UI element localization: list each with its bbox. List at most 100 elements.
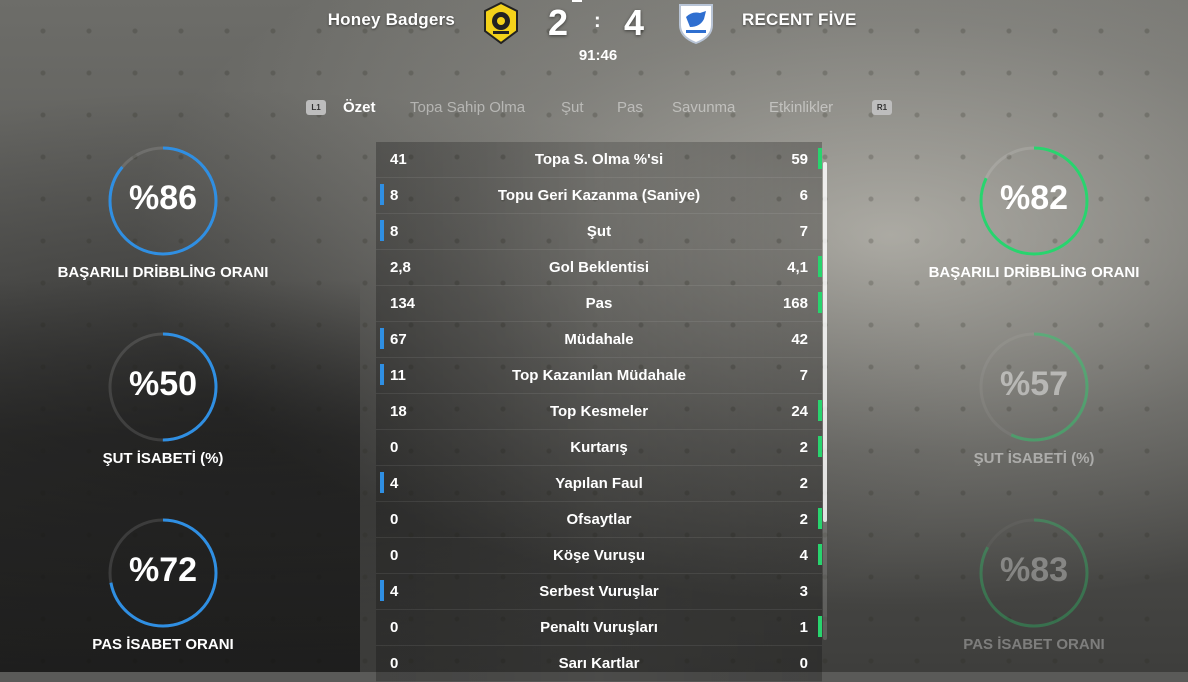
stats-scrollbar[interactable] xyxy=(823,162,827,640)
stat-label: Gol Beklentisi xyxy=(548,259,650,276)
stat-label: Pas xyxy=(585,295,613,312)
stat-label: Müdahale xyxy=(564,331,634,348)
home-stat-value: 2,8 xyxy=(390,259,411,276)
stat-label: Top Kesmeler xyxy=(549,403,649,420)
home-leader-marker xyxy=(380,328,384,349)
home-stat-value: 11 xyxy=(390,367,406,384)
away-pass-ring: %83 xyxy=(978,517,1090,629)
honey-badger-crest-icon xyxy=(481,1,521,45)
home-stat-value: 0 xyxy=(390,511,399,528)
away-dribbling-ring: %82 xyxy=(978,145,1090,257)
away-stat-value: 6 xyxy=(799,187,808,204)
home-pass-ring: %72 xyxy=(107,517,219,629)
away-stat-value: 7 xyxy=(799,367,808,384)
away-stat-value: 2 xyxy=(799,475,808,492)
r1-button-icon[interactable]: R1 xyxy=(872,100,892,115)
stat-row: 8 Şut 7 xyxy=(376,214,822,250)
away-stat-value: 0 xyxy=(799,655,808,672)
stats-tab-bar: L1 Özet Topa Sahip Olma Şut Pas Savunma … xyxy=(0,96,1188,122)
home-leader-marker xyxy=(380,364,384,385)
away-leader-marker xyxy=(818,508,822,529)
away-stat-value: 42 xyxy=(791,331,808,348)
away-stat-value: 2 xyxy=(799,511,808,528)
away-pass-value: %83 xyxy=(999,551,1069,589)
tab-savunma[interactable]: Savunma xyxy=(672,99,735,116)
stat-label: Serbest Vuruşlar xyxy=(539,583,659,600)
away-stat-value: 1 xyxy=(799,619,808,636)
stat-label: Sarı Kartlar xyxy=(558,655,640,672)
away-stat-value: 4,1 xyxy=(787,259,808,276)
home-stat-value: 0 xyxy=(390,439,399,456)
tab-pas[interactable]: Pas xyxy=(617,99,643,116)
away-stat-value: 4 xyxy=(799,547,808,564)
stat-row: 18 Top Kesmeler 24 xyxy=(376,394,822,430)
home-leader-marker xyxy=(380,472,384,493)
stat-row: 11 Top Kazanılan Müdahale 7 xyxy=(376,358,822,394)
home-pass-label: PAS İSABET ORANI xyxy=(92,636,234,653)
home-stat-value: 4 xyxy=(390,475,399,492)
away-stat-value: 7 xyxy=(799,223,808,240)
away-leader-marker xyxy=(818,292,822,313)
stats-scrollbar-thumb[interactable] xyxy=(823,162,827,522)
home-score: 2 xyxy=(548,2,569,43)
away-shot-value: %57 xyxy=(999,365,1069,403)
away-leader-marker xyxy=(818,544,822,565)
away-leader-marker xyxy=(818,616,822,637)
stat-label: Penaltı Vuruşları xyxy=(540,619,658,636)
stat-row: 134 Pas 168 xyxy=(376,286,822,322)
away-dribbling-label: BAŞARILI DRİBBLİNG ORANI xyxy=(928,264,1140,281)
tab-ozet[interactable]: Özet xyxy=(343,99,376,116)
stats-table: 4 1 Topa S. Olma %'si 59 8 Topu Geri Kazanma … xyxy=(376,142,822,682)
home-stat-value: 18 xyxy=(390,403,407,420)
stat-label: Top Kazanılan Müdahale xyxy=(512,367,686,384)
tab-etkinlikler[interactable]: Etkinlikler xyxy=(769,99,833,116)
stat-row: 67 Müdahale 42 xyxy=(376,322,822,358)
stat-row: 0 Kurtarış 2 xyxy=(376,430,822,466)
stat-label: Ofsaytlar xyxy=(566,511,632,528)
l1-button-icon[interactable]: L1 xyxy=(306,100,326,115)
tab-sut[interactable]: Şut xyxy=(561,99,584,116)
stat-row: 2,8 Gol Beklentisi 4,1 xyxy=(376,250,822,286)
stat-row: 0 Penaltı Vuruşları 1 xyxy=(376,610,822,646)
score-separator: : xyxy=(594,10,601,32)
stat-label: Yapılan Faul xyxy=(555,475,643,492)
away-score: 4 xyxy=(624,2,645,43)
away-stat-value: 2 xyxy=(799,439,808,456)
home-stat-value: 8 xyxy=(390,187,399,204)
home-stat-value: 0 xyxy=(390,655,399,672)
home-stat-value: 0 xyxy=(390,547,399,564)
stat-row: 41 Topa S. Olma %'si 59 xyxy=(376,142,822,178)
home-stat-value: 67 xyxy=(390,331,407,348)
stat-label: Kurtarış xyxy=(570,439,628,456)
home-shot-ring: %50 xyxy=(107,331,219,443)
home-shot-label: ŞUT İSABETİ (%) xyxy=(102,450,224,467)
away-stat-value: 24 xyxy=(791,403,808,420)
away-stat-value: 59 xyxy=(791,151,808,168)
stat-row: 4 Serbest Vuruşlar 3 xyxy=(376,574,822,610)
score-marker xyxy=(572,0,582,2)
tab-topa-sahip-olma[interactable]: Topa Sahip Olma xyxy=(410,99,525,116)
stat-label: Topa S. Olma %'si xyxy=(534,151,664,168)
stat-label: Köşe Vuruşu xyxy=(553,547,645,564)
away-leader-marker xyxy=(818,400,822,421)
away-leader-marker xyxy=(818,256,822,277)
match-clock: 91:46 xyxy=(578,47,618,64)
away-leader-marker xyxy=(818,436,822,457)
away-leader-marker xyxy=(818,148,822,169)
away-team-name: RECENT FİVE xyxy=(742,10,857,29)
home-dribbling-value: %86 xyxy=(128,179,198,217)
away-dribbling-value: %82 xyxy=(999,179,1069,217)
away-pass-label: PAS İSABET ORANI xyxy=(963,636,1105,653)
stat-row: 0 Sarı Kartlar 0 xyxy=(376,646,822,682)
home-shot-value: %50 xyxy=(128,365,198,403)
home-dribbling-label: BAŞARILI DRİBBLİNG ORANI xyxy=(57,264,269,281)
home-pass-value: %72 xyxy=(128,551,198,589)
away-stat-value: 168 xyxy=(782,295,808,312)
stat-label: Şut xyxy=(586,223,612,240)
home-stat-value: 134 xyxy=(390,295,416,312)
home-dribbling-ring: %86 xyxy=(107,145,219,257)
stat-label: Topu Geri Kazanma (Saniye) xyxy=(497,187,701,204)
home-leader-marker xyxy=(380,220,384,241)
home-team-name: Honey Badgers xyxy=(327,10,455,29)
home-stat-value: 0 xyxy=(390,619,399,636)
